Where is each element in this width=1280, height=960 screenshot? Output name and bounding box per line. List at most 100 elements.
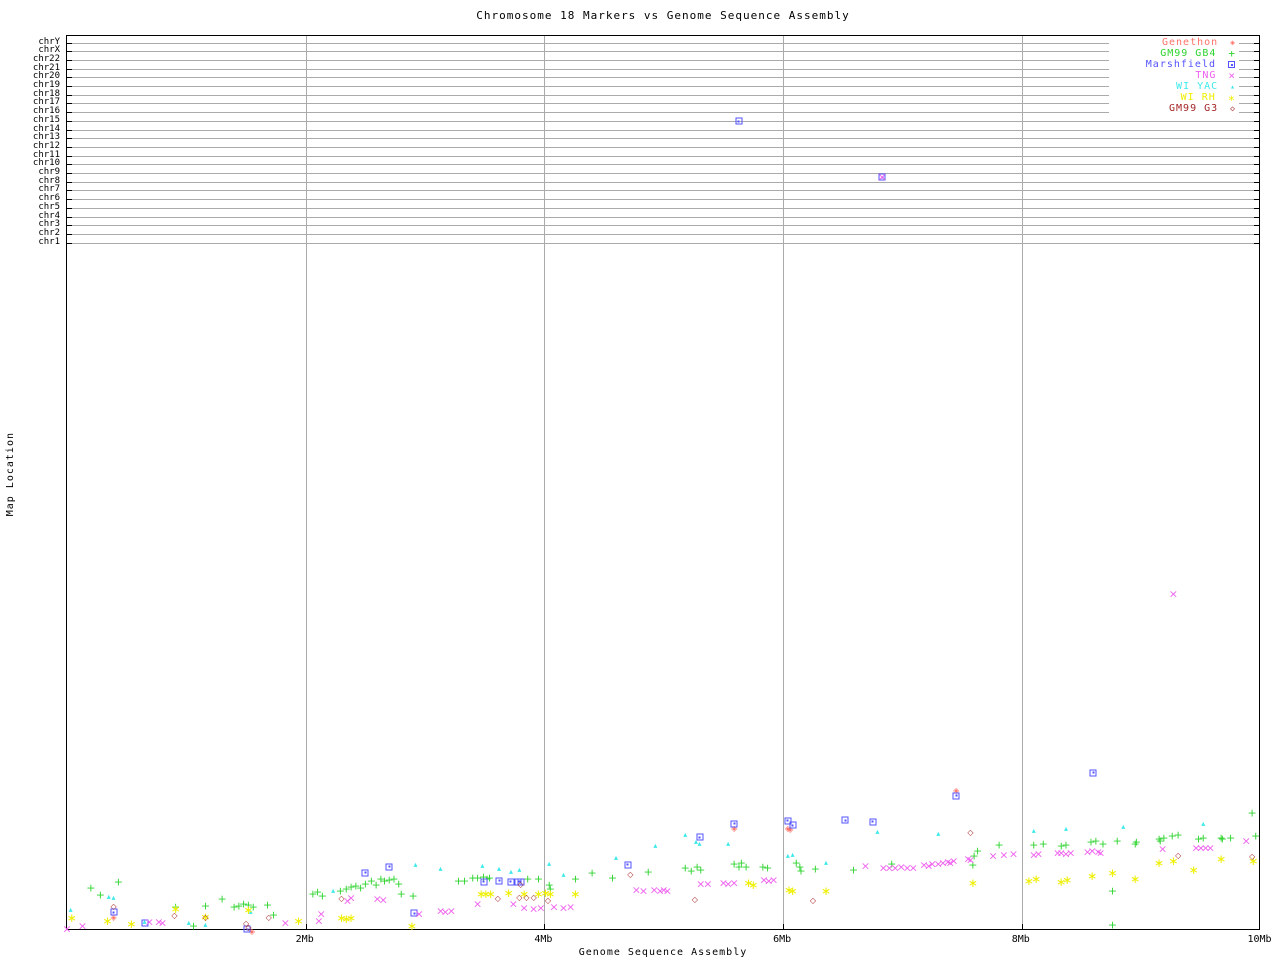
gm99_g3-point: ◇ [544,895,552,905]
left-tick [67,242,72,244]
gm99_gb4-point: + [741,860,751,874]
wi_rh-point: ∗ [1130,872,1141,887]
chromosome-band-line [67,112,1259,114]
chromosome-band-line [67,190,1259,192]
chromosome-band-line [67,138,1259,140]
mb-gridline [305,36,307,929]
right-tick [1254,216,1259,218]
gm99_gb4-point: + [1247,806,1257,820]
wi_yac-point: ▴ [726,839,731,849]
right-tick [1254,173,1259,175]
left-tick [67,120,72,122]
gm99_g3-point: ◇ [202,912,209,922]
wi_rh-point: ∗ [1062,872,1073,887]
gm99_gb4-point: + [570,872,581,886]
left-tick [67,112,72,114]
chromosome-band-line [67,225,1259,227]
gm99_gb4-point: + [1112,834,1122,848]
chromosome-band-line [67,129,1259,131]
legend-label-marshfield: Marshfield [1145,59,1216,70]
right-tick [1254,242,1259,244]
legend-row-genethon: Genethon ◈ [1109,37,1239,48]
left-tick [67,86,72,88]
right-tick [1254,103,1259,105]
left-tick [67,94,72,96]
right-tick [1254,77,1259,79]
wi_rh-point: ∗ [406,918,417,933]
tng-point: × [1158,842,1168,856]
chromosome-band-line [67,120,1259,122]
wi_rh-point: ∗ [787,883,798,898]
legend: Genethon ◈ GM99 GB4 + Marshfield TNG × WI YAC ▴ W… [1109,37,1239,114]
tng-point: × [280,916,291,930]
tng-point: × [1066,846,1076,860]
gm99_gb4-point: + [848,863,859,877]
marshfield-point [624,861,632,869]
x-axis-title: Genome Sequence Assembly [578,947,748,958]
left-tick [67,51,72,53]
legend-row-tng: TNG × [1109,69,1239,82]
gm99_gb4-point: + [95,888,106,902]
left-tick [67,42,72,44]
wi_rh-point: ∗ [66,910,77,925]
left-tick [67,173,72,175]
legend-marker-wi_rh-icon: ∗ [1227,90,1235,105]
gm99_gb4-point: + [1251,829,1261,843]
chromosome-band-line [67,146,1259,148]
y-axis-title: Map Location [5,432,16,517]
mb-gridline [544,36,546,929]
chromosome-band-line [67,207,1259,209]
legend-row-gm99_gb4: GM99 GB4 + [1109,47,1239,60]
tng-point: × [999,848,1009,862]
gm99_gb4-point: + [696,863,706,877]
left-tick [67,68,72,70]
gm99_gb4-point: + [643,865,653,879]
chromosome-band-line [67,233,1259,235]
mb-gridline [1021,36,1023,929]
left-tick [67,181,72,183]
gm99_gb4-point: + [1173,828,1183,842]
chromosome-band-line [67,155,1259,157]
tng-point: × [446,904,456,918]
legend-marker-gm99_g3-icon: ◇ [1230,104,1235,113]
tng-point: × [908,861,918,875]
left-tick [67,138,72,140]
marshfield-point [495,877,503,885]
chromosome-band-line [67,42,1259,44]
legend-label-tng: TNG [1195,70,1217,81]
tng-point: × [316,907,326,921]
gm99_g3-point: ◇ [809,895,817,905]
chromosome-band-line [67,216,1259,218]
tng-point: × [877,170,887,183]
gm99_gb4-point: + [1107,918,1118,932]
gm99_g3-point: ◇ [523,892,530,902]
legend-label-genethon: Genethon [1162,37,1219,48]
right-tick [1254,225,1259,227]
tng-point: × [1033,847,1044,861]
tng-point: × [157,916,168,930]
wi_yac-point: ▴ [561,869,566,879]
wi_rh-point: ∗ [1188,863,1199,878]
left-tick [67,190,72,192]
tng-point: × [988,849,998,863]
wi_rh-point: ∗ [503,886,514,901]
bottom-tick [544,924,546,929]
plot-area: ◈ ◈ ◈ ◈ ◈ ◈ + + + + + + + + + + + + + + + + + + + + + + + + + + + + + + + + + +… [62,35,1261,935]
wi_yac-point: ▴ [683,830,688,840]
x-tick-label: 8Mb [1011,934,1030,945]
marshfield-point [789,821,797,829]
bottom-tick [1021,924,1023,929]
wi_yac-point: ▴ [613,852,619,862]
wi_yac-point: ▴ [508,866,513,876]
right-tick [1254,199,1259,201]
left-tick [67,59,72,61]
gm99_gb4-point: + [396,887,406,901]
chromosome-band-line [67,242,1259,244]
x-tick-label: 6Mb [773,934,792,945]
wi_yac-point: ▴ [1121,822,1126,832]
x-tick-label: 10Mb [1247,934,1272,945]
wi_rh-point: ∗ [1031,872,1042,887]
wi_yac-point: ▴ [480,860,485,870]
chromosome-band-line [67,164,1259,166]
wi_yac-point: ▴ [875,826,880,836]
